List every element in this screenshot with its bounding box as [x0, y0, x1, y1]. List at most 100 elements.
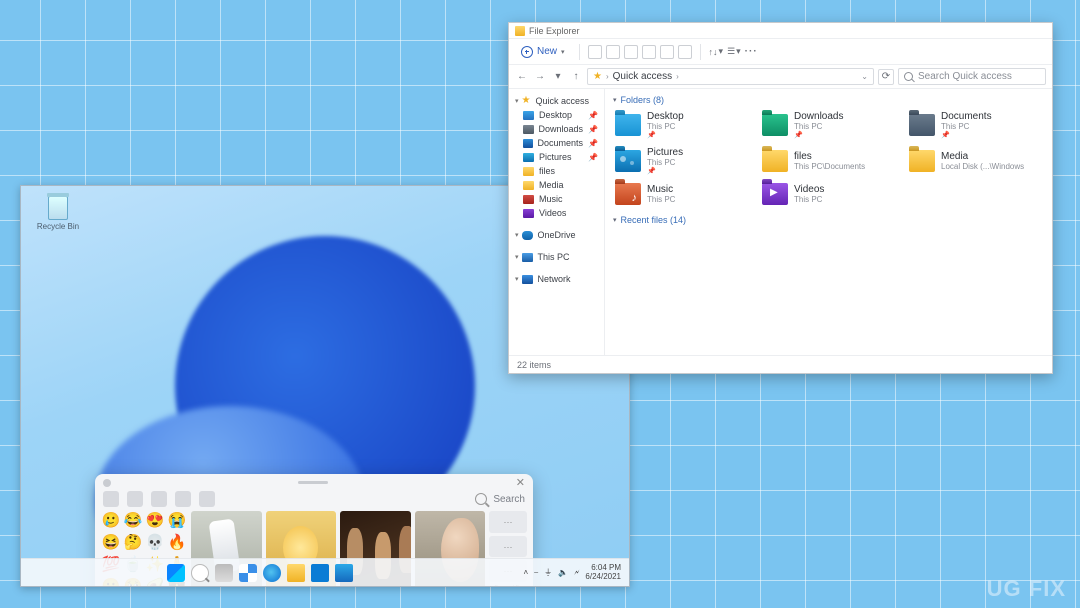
- folder-icon: [523, 209, 534, 218]
- system-tray[interactable]: ˄ ⎯ ⏚ 🔈 🗲 6:04 PM 6/24/2021: [523, 564, 629, 582]
- pin-indicator: 📌: [647, 131, 684, 139]
- file-explorer-taskbar-icon[interactable]: [287, 564, 305, 582]
- folder-icon: [762, 114, 788, 136]
- drag-handle-icon[interactable]: [298, 481, 328, 484]
- more-options-icon[interactable]: ···: [745, 46, 758, 57]
- sidebar-network[interactable]: Network: [509, 272, 604, 286]
- search-icon: [475, 493, 487, 505]
- sidebar-item-music[interactable]: Music: [509, 192, 604, 206]
- gif-scroll-mid[interactable]: ···: [489, 536, 527, 558]
- cut-icon[interactable]: [588, 45, 602, 59]
- rename-icon[interactable]: [642, 45, 656, 59]
- gif-tab-icon[interactable]: [127, 491, 143, 507]
- edge-icon[interactable]: [263, 564, 281, 582]
- folder-item-media[interactable]: MediaLocal Disk (...\Windows: [907, 145, 1044, 177]
- folder-item-music[interactable]: MusicThis PC: [613, 181, 750, 207]
- emoji-cell[interactable]: 💀: [145, 533, 165, 553]
- tray-chevron-icon[interactable]: ˄: [523, 568, 528, 577]
- task-view-icon[interactable]: [215, 564, 233, 582]
- emoji-cell[interactable]: 🔥: [167, 533, 187, 553]
- taskbar-clock[interactable]: 6:04 PM 6/24/2021: [585, 564, 621, 582]
- folder-item-files[interactable]: filesThis PC\Documents: [760, 145, 897, 177]
- emoji-cell[interactable]: 🥲: [101, 511, 121, 531]
- folder-icon: [523, 153, 534, 162]
- settings-dot-icon[interactable]: [103, 479, 111, 487]
- gif-search[interactable]: Search: [223, 493, 525, 505]
- taskbar-search-icon[interactable]: [191, 564, 209, 582]
- sidebar-label: Quick access: [535, 96, 589, 106]
- clipboard-tab-icon[interactable]: [175, 491, 191, 507]
- kaomoji-tab-icon[interactable]: [151, 491, 167, 507]
- emoji-tab-icon[interactable]: [103, 491, 119, 507]
- forward-button-icon[interactable]: →: [533, 70, 547, 84]
- emoji-cell[interactable]: 😂: [123, 511, 143, 531]
- tray-wifi-icon[interactable]: ⏚: [544, 567, 552, 578]
- gif-scroll-up[interactable]: ···: [489, 511, 527, 533]
- back-button-icon[interactable]: ←: [515, 70, 529, 84]
- mail-icon[interactable]: [335, 564, 353, 582]
- share-icon[interactable]: [660, 45, 674, 59]
- recycle-bin-icon: [48, 196, 68, 220]
- folders-group-header[interactable]: Folders (8): [613, 95, 1044, 105]
- refresh-button[interactable]: ⟳: [878, 69, 894, 85]
- folder-item-doc[interactable]: DocumentsThis PC📌: [907, 109, 1044, 141]
- sidebar-item-desk[interactable]: Desktop📌: [509, 108, 604, 122]
- pin-icon: 📌: [588, 125, 598, 134]
- search-box[interactable]: Search Quick access: [898, 68, 1046, 85]
- sidebar-item-doc[interactable]: Documents📌: [509, 136, 604, 150]
- delete-icon[interactable]: [678, 45, 692, 59]
- folder-icon: [523, 167, 534, 176]
- tray-network-icon[interactable]: ⎯: [534, 568, 538, 578]
- widgets-icon[interactable]: [239, 564, 257, 582]
- sidebar-item-dl[interactable]: Downloads 📌: [509, 122, 604, 136]
- sidebar-thispc[interactable]: This PC: [509, 250, 604, 264]
- recycle-bin-desktop-icon[interactable]: Recycle Bin: [33, 196, 83, 231]
- tray-volume-icon[interactable]: 🔈: [558, 568, 568, 577]
- folder-icon: [523, 181, 534, 190]
- sidebar-item-label: files: [539, 166, 555, 176]
- new-button[interactable]: New ▾: [515, 44, 571, 60]
- sidebar-quick-access[interactable]: ★ Quick access: [509, 93, 604, 108]
- symbols-tab-icon[interactable]: [199, 491, 215, 507]
- address-bar[interactable]: ★ › Quick access › ⌄: [587, 68, 874, 85]
- recent-dropdown-icon[interactable]: ▾: [551, 70, 565, 84]
- folder-name: Videos: [794, 184, 824, 195]
- view-button[interactable]: ☰▾: [727, 46, 741, 57]
- copy-icon[interactable]: [606, 45, 620, 59]
- folder-item-desk[interactable]: DesktopThis PC📌: [613, 109, 750, 141]
- window-titlebar[interactable]: File Explorer: [509, 23, 1052, 39]
- sidebar-onedrive[interactable]: OneDrive: [509, 228, 604, 242]
- gif-search-placeholder: Search: [493, 494, 525, 505]
- pin-indicator: 📌: [794, 131, 843, 139]
- sidebar-item-label: Downloads: [539, 124, 584, 134]
- up-button-icon[interactable]: ↑: [569, 70, 583, 84]
- sort-button[interactable]: ↑↓▾: [709, 46, 724, 57]
- close-icon[interactable]: ✕: [516, 476, 525, 489]
- tray-battery-icon[interactable]: 🗲: [574, 568, 579, 578]
- chevron-right-icon: ›: [676, 72, 679, 81]
- status-bar: 22 items: [509, 355, 1052, 373]
- emoji-cell[interactable]: 😭: [167, 511, 187, 531]
- sidebar-item-vid[interactable]: Videos: [509, 206, 604, 220]
- folder-item-dl[interactable]: DownloadsThis PC📌: [760, 109, 897, 141]
- paste-icon[interactable]: [624, 45, 638, 59]
- sidebar-item-pic[interactable]: Pictures📌: [509, 150, 604, 164]
- star-icon: ★: [593, 71, 602, 82]
- folder-icon: [615, 150, 641, 172]
- address-dropdown-icon[interactable]: ⌄: [861, 72, 868, 81]
- emoji-cell[interactable]: 😆: [101, 533, 121, 553]
- store-icon[interactable]: [311, 564, 329, 582]
- folder-icon: [762, 183, 788, 205]
- sidebar-item-files[interactable]: files: [509, 164, 604, 178]
- onedrive-icon: [522, 231, 533, 240]
- emoji-cell[interactable]: 😍: [145, 511, 165, 531]
- folder-item-vid[interactable]: VideosThis PC: [760, 181, 897, 207]
- folder-item-pic[interactable]: PicturesThis PC📌: [613, 145, 750, 177]
- search-placeholder: Search Quick access: [918, 71, 1012, 82]
- start-button-icon[interactable]: [167, 564, 185, 582]
- emoji-cell[interactable]: 🤔: [123, 533, 143, 553]
- sidebar-item-media[interactable]: Media: [509, 178, 604, 192]
- file-explorer-window: File Explorer New ▾ ↑↓▾ ☰▾ ··· ← → ▾ ↑ ★…: [508, 22, 1053, 374]
- recent-group-header[interactable]: Recent files (14): [613, 215, 1044, 225]
- sidebar-item-label: Pictures: [539, 152, 572, 162]
